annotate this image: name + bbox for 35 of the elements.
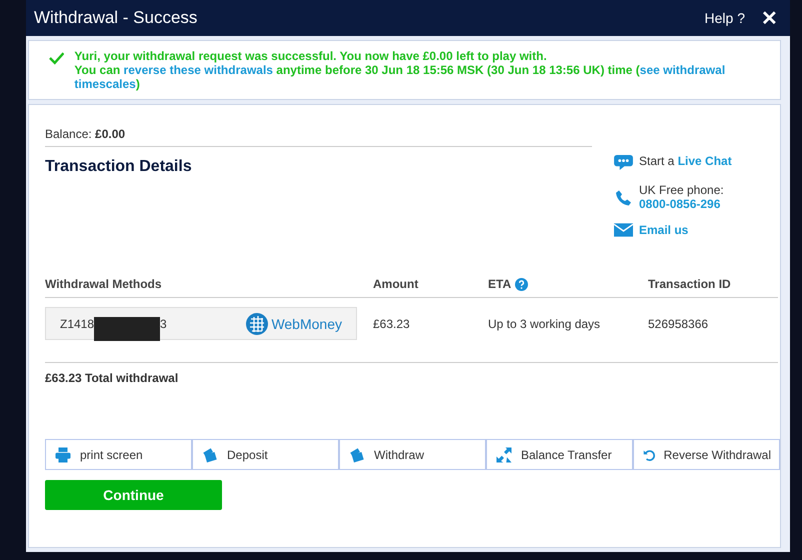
amount-cell-text: £63.23 [373,316,411,330]
help-icon[interactable] [515,278,528,290]
action-button[interactable]: Reverse Withdrawal [633,439,780,470]
close-button[interactable]: ✕ [761,6,778,30]
arrows-icon [495,446,513,464]
help-link[interactable]: Help ? [704,10,745,26]
column-header: Withdrawal Methods [45,277,162,291]
section-title: Transaction Details [45,158,193,176]
chat-icon [614,154,633,171]
transaction-id-cell-text: 526958366 [648,316,710,330]
action-button[interactable]: Balance Transfer [486,439,633,470]
printer-icon [54,446,72,464]
checkmark-icon [49,51,64,65]
reverse-deadline-text: You can reverse these withdrawals anytime before 30 Jun 18 15:56 MSK (30 Jun 18 13:56 UK) time (see withdrawal timescales) [74,63,726,91]
wallet-icon [348,446,366,464]
email-icon [614,223,633,237]
account-number: Z1418 [60,316,94,330]
phone-icon [614,189,633,207]
balance-text: Balance: £0.00 [45,127,592,147]
action-button[interactable]: print screen [45,439,192,470]
provider-name: WebMoney [271,316,342,332]
column-header: Transaction ID [648,277,731,291]
live-chat-text: Start a Live Chat [639,154,732,168]
action-button[interactable]: Deposit [192,439,339,470]
globe-icon [246,312,268,334]
eta-cell-text: Up to 3 working days [488,316,602,330]
account-number: 3 [160,316,167,330]
wallet-icon [201,446,219,464]
window-title: Withdrawal - Success [34,8,198,28]
total-withdrawal: £63.23 Total withdrawal [45,362,778,385]
column-header: Amount [373,277,418,291]
action-button[interactable]: Withdraw [339,439,486,470]
column-header: ETA [488,277,512,291]
phone-label: UK Free phone: [639,183,724,197]
success-message: Yuri, your withdrawal request was successful. You now have £0.00 left to play with. [74,49,548,63]
